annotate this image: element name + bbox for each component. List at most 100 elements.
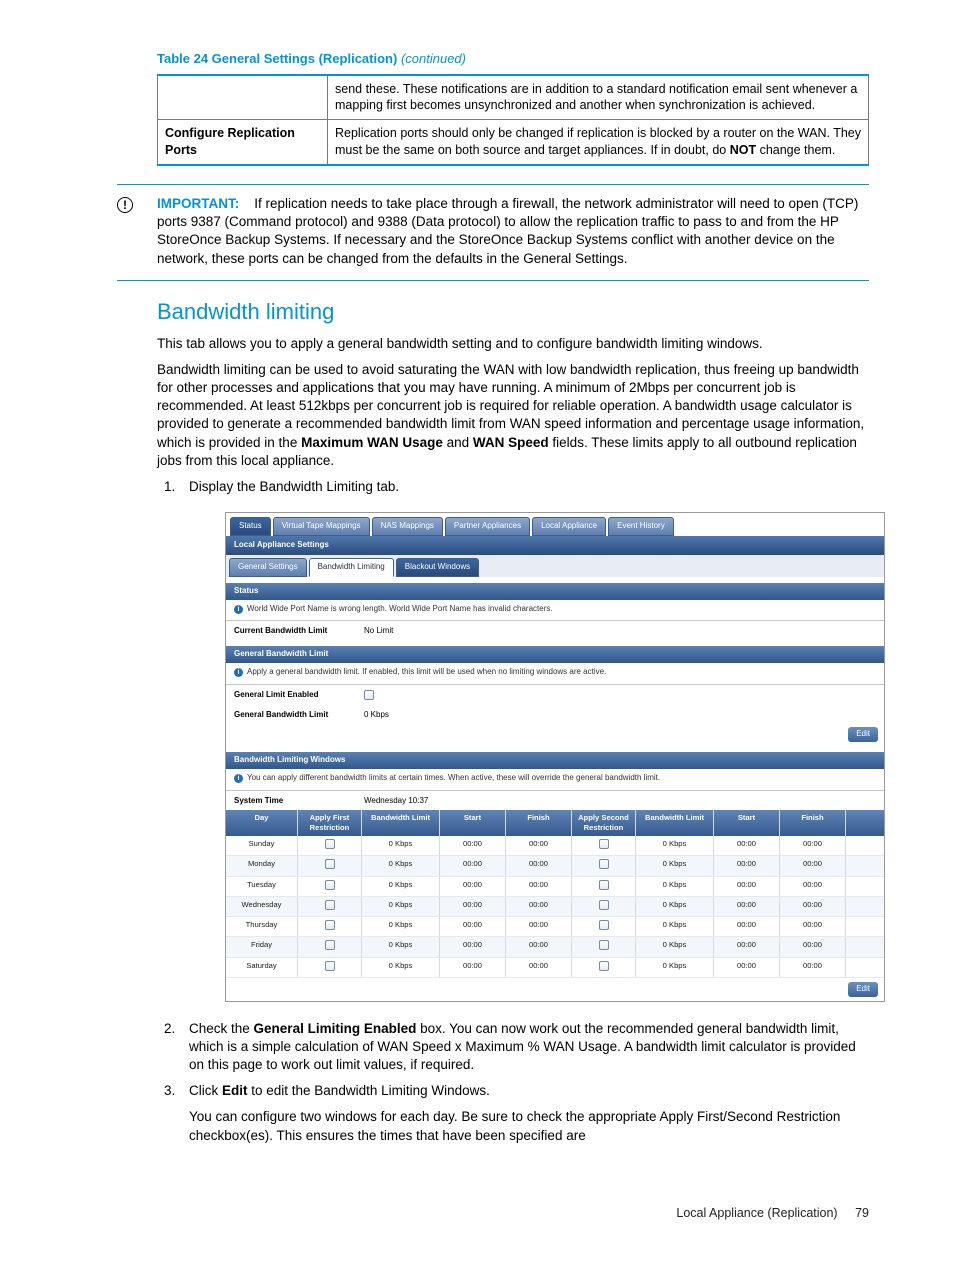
apply-second-checkbox[interactable] (599, 900, 609, 910)
info-icon: i (234, 668, 243, 677)
apply-first-checkbox[interactable] (325, 940, 335, 950)
bw-cell: 0 Kbps (636, 958, 714, 977)
grid-header: Day Apply First Restriction Bandwidth Li… (226, 810, 884, 837)
apply-second-checkbox[interactable] (599, 940, 609, 950)
bw-cell: 0 Kbps (636, 917, 714, 936)
important-label: IMPORTANT: (157, 196, 239, 211)
start-cell: 00:00 (440, 917, 506, 936)
apply-second-checkbox[interactable] (599, 839, 609, 849)
finish-cell: 00:00 (780, 958, 846, 977)
table-row: Configure Replication Ports Replication … (158, 120, 869, 165)
body-paragraph: This tab allows you to apply a general b… (157, 335, 869, 353)
start-cell: 00:00 (714, 917, 780, 936)
finish-cell: 00:00 (506, 836, 572, 855)
step-item: Display the Bandwidth Limiting tab. Stat… (179, 478, 869, 1001)
bw-cell: 0 Kbps (362, 856, 440, 875)
row-label (158, 75, 328, 120)
apply-first-checkbox[interactable] (325, 900, 335, 910)
apply-second-checkbox[interactable] (599, 859, 609, 869)
edit-button[interactable]: Edit (848, 982, 878, 997)
finish-cell: 00:00 (506, 897, 572, 916)
edit-button[interactable]: Edit (848, 727, 878, 742)
embedded-screenshot: Status Virtual Tape Mappings NAS Mapping… (225, 512, 885, 1001)
grid-row: Monday0 Kbps00:0000:000 Kbps00:0000:00 (226, 856, 884, 876)
row-label: Configure Replication Ports (158, 120, 328, 165)
step-item: Click Edit to edit the Bandwidth Limitin… (179, 1082, 869, 1145)
bw-cell: 0 Kbps (362, 958, 440, 977)
subtab-bandwidth[interactable]: Bandwidth Limiting (309, 558, 394, 577)
current-bw-value: No Limit (364, 626, 393, 637)
tab-vtm[interactable]: Virtual Tape Mappings (273, 517, 370, 536)
page-number: 79 (855, 1206, 869, 1220)
page-footer: Local Appliance (Replication) 79 (85, 1205, 869, 1222)
finish-cell: 00:00 (506, 958, 572, 977)
start-cell: 00:00 (440, 937, 506, 956)
start-cell: 00:00 (714, 836, 780, 855)
tab-nas[interactable]: NAS Mappings (372, 517, 443, 536)
tab-status[interactable]: Status (230, 517, 271, 536)
day-cell: Friday (226, 937, 298, 956)
apply-second-checkbox[interactable] (599, 880, 609, 890)
bw-cell: 0 Kbps (636, 897, 714, 916)
apply-first-checkbox[interactable] (325, 859, 335, 869)
finish-cell: 00:00 (780, 917, 846, 936)
apply-first-checkbox[interactable] (325, 839, 335, 849)
important-text: IMPORTANT: If replication needs to take … (157, 195, 869, 268)
finish-cell: 00:00 (780, 836, 846, 855)
important-body: If replication needs to take place throu… (157, 196, 858, 266)
step-item: Check the General Limiting Enabled box. … (179, 1020, 869, 1075)
systime-label: System Time (234, 796, 364, 807)
table-row: send these. These notifications are in a… (158, 75, 869, 120)
general-bw-header: General Bandwidth Limit (226, 646, 884, 663)
start-cell: 00:00 (440, 897, 506, 916)
finish-cell: 00:00 (506, 937, 572, 956)
apply-second-checkbox[interactable] (599, 961, 609, 971)
tab-local[interactable]: Local Appliance (532, 517, 606, 536)
info-icon: i (234, 605, 243, 614)
row-text: send these. These notifications are in a… (328, 75, 869, 120)
tab-history[interactable]: Event History (608, 517, 674, 536)
finish-cell: 00:00 (506, 856, 572, 875)
start-cell: 00:00 (440, 877, 506, 896)
start-cell: 00:00 (440, 958, 506, 977)
grid-row: Thursday0 Kbps00:0000:000 Kbps00:0000:00 (226, 917, 884, 937)
start-cell: 00:00 (440, 836, 506, 855)
tab-partner[interactable]: Partner Appliances (445, 517, 530, 536)
subtab-general[interactable]: General Settings (229, 558, 307, 577)
day-cell: Saturday (226, 958, 298, 977)
gen-bw-label: General Bandwidth Limit (234, 710, 364, 721)
status-header: Status (226, 583, 884, 600)
start-cell: 00:00 (440, 856, 506, 875)
finish-cell: 00:00 (780, 877, 846, 896)
bw-cell: 0 Kbps (636, 836, 714, 855)
day-cell: Thursday (226, 917, 298, 936)
bw-cell: 0 Kbps (362, 877, 440, 896)
grid-row: Sunday0 Kbps00:0000:000 Kbps00:0000:00 (226, 836, 884, 856)
panel-header: Local Appliance Settings (226, 536, 884, 555)
apply-second-checkbox[interactable] (599, 920, 609, 930)
step-subparagraph: You can configure two windows for each d… (189, 1108, 869, 1144)
bw-cell: 0 Kbps (636, 856, 714, 875)
systime-value: Wednesday 10:37 (364, 796, 428, 807)
gen-enabled-checkbox[interactable] (364, 690, 374, 700)
apply-first-checkbox[interactable] (325, 961, 335, 971)
bw-cell: 0 Kbps (362, 937, 440, 956)
status-message: World Wide Port Name is wrong length. Wo… (247, 604, 553, 613)
start-cell: 00:00 (714, 877, 780, 896)
day-cell: Wednesday (226, 897, 298, 916)
body-paragraph: Bandwidth limiting can be used to avoid … (157, 361, 869, 470)
bw-cell: 0 Kbps (636, 877, 714, 896)
day-cell: Tuesday (226, 877, 298, 896)
apply-first-checkbox[interactable] (325, 880, 335, 890)
caption-text: Table 24 General Settings (Replication) (157, 51, 397, 66)
important-icon: ! (117, 197, 133, 213)
apply-first-checkbox[interactable] (325, 920, 335, 930)
day-cell: Monday (226, 856, 298, 875)
start-cell: 00:00 (714, 937, 780, 956)
subtab-blackout[interactable]: Blackout Windows (396, 558, 479, 577)
day-cell: Sunday (226, 836, 298, 855)
row-text: Replication ports should only be changed… (328, 120, 869, 165)
start-cell: 00:00 (714, 958, 780, 977)
settings-table: send these. These notifications are in a… (157, 74, 869, 167)
table-caption: Table 24 General Settings (Replication) … (157, 50, 869, 68)
